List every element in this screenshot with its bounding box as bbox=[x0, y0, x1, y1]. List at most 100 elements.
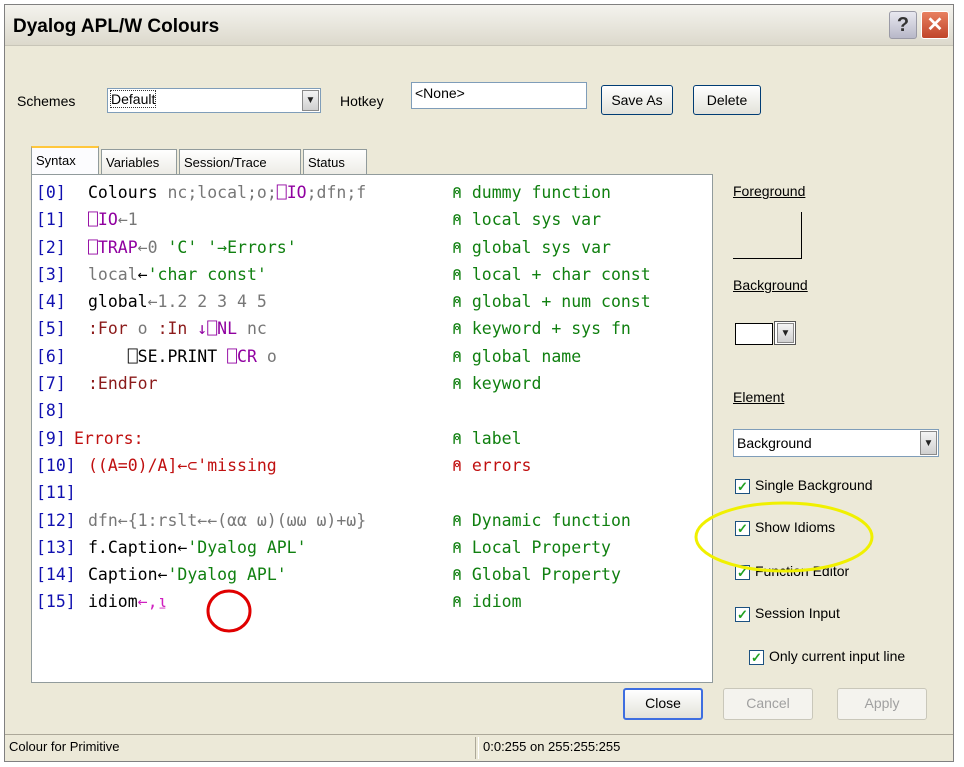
cancel-button[interactable]: Cancel bbox=[723, 688, 813, 720]
tab-variables[interactable]: Variables bbox=[101, 149, 177, 175]
code-token: nc bbox=[237, 319, 267, 339]
tab-syntax[interactable]: Syntax bbox=[31, 146, 99, 176]
chevron-down-icon[interactable]: ▼ bbox=[777, 323, 794, 343]
checkmark-icon[interactable]: ✓ bbox=[735, 607, 750, 622]
code-token: ← bbox=[137, 264, 148, 284]
line-number: [2] bbox=[36, 237, 66, 257]
hotkey-value: <None> bbox=[415, 85, 465, 101]
code-text: Colours nc;local;o;⎕IO;dfn;f bbox=[88, 179, 366, 206]
apply-button[interactable]: Apply bbox=[837, 688, 927, 720]
code-token: Errors: bbox=[74, 428, 144, 448]
code-comment: ⍝ Local Property bbox=[452, 537, 611, 557]
code-token: :For bbox=[88, 319, 128, 339]
code-token: global bbox=[88, 292, 148, 312]
hotkey-label: Hotkey bbox=[340, 93, 384, 109]
line-number: [11] bbox=[36, 483, 76, 503]
line-number: [13] bbox=[36, 537, 76, 557]
code-comment: ⍝ label bbox=[452, 428, 522, 448]
code-comment: ⍝ Global Property bbox=[452, 565, 621, 585]
single-background-label: Single Background bbox=[755, 477, 873, 493]
line-number: [12] bbox=[36, 510, 76, 530]
code-token: dfn←{1:rslt←←(αα ω)(ωω ω)+ω} bbox=[88, 510, 367, 530]
line-number: [10] bbox=[36, 455, 76, 475]
line-number: [5] bbox=[36, 319, 66, 339]
tab-session-trace[interactable]: Session/Trace bbox=[179, 149, 301, 175]
checkmark-icon[interactable]: ✓ bbox=[735, 479, 750, 494]
window-title: Dyalog APL/W Colours bbox=[13, 16, 220, 37]
session-input-label: Session Input bbox=[755, 605, 840, 621]
status-separator bbox=[475, 737, 479, 759]
code-comment: ⍝ Dynamic function bbox=[452, 510, 631, 530]
code-comment: ⍝ dummy function bbox=[452, 183, 611, 202]
checkmark-icon[interactable]: ✓ bbox=[735, 565, 750, 580]
background-color-dropdown[interactable]: ▼ bbox=[774, 321, 796, 345]
line-number: [15] bbox=[36, 592, 76, 612]
checkmark-icon[interactable]: ✓ bbox=[735, 521, 750, 536]
code-comment: ⍝ global + num const bbox=[452, 292, 651, 312]
dialog-window: Dyalog APL/W Colours ? ✕ Schemes Default… bbox=[4, 4, 954, 762]
delete-button[interactable]: Delete bbox=[693, 85, 761, 115]
code-token: :In bbox=[157, 319, 188, 339]
help-button[interactable]: ? bbox=[889, 11, 917, 39]
line-number: [14] bbox=[36, 565, 76, 585]
code-comment: ⍝ local sys var bbox=[452, 210, 602, 230]
code-token: Caption← bbox=[88, 565, 168, 585]
element-value: Background bbox=[737, 435, 812, 451]
code-text: local←'char const' bbox=[88, 261, 267, 288]
hotkey-input[interactable]: <None> bbox=[411, 82, 587, 109]
code-text: Caption←'Dyalog APL' bbox=[88, 561, 287, 588]
code-token: ⎕TRAP bbox=[88, 237, 138, 257]
tab-status[interactable]: Status bbox=[303, 149, 367, 175]
code-token: o bbox=[127, 319, 158, 339]
code-token: ←,⍸ bbox=[137, 592, 168, 612]
status-right: 0:0:255 on 255:255:255 bbox=[483, 739, 621, 754]
code-token: Colours bbox=[88, 183, 168, 202]
code-text: global←1.2 2 3 4 5 bbox=[88, 288, 267, 315]
code-text: dfn←{1:rslt←←(αα ω)(ωω ω)+ω} bbox=[88, 507, 366, 534]
line-number: [9] bbox=[36, 428, 66, 448]
code-token: ⎕IO bbox=[88, 210, 118, 230]
code-token: ⎕CR bbox=[227, 346, 257, 366]
code-comment: ⍝ global sys var bbox=[452, 237, 611, 257]
code-comment: ⍝ errors bbox=[452, 455, 532, 475]
status-bar: Colour for Primitive 0:0:255 on 255:255:… bbox=[5, 734, 953, 761]
code-comment: ⍝ global name bbox=[452, 346, 582, 366]
schemes-label: Schemes bbox=[17, 93, 76, 109]
only-current-input-line-label: Only current input line bbox=[769, 648, 906, 664]
code-token: ⎕SE.PRINT bbox=[88, 346, 228, 366]
code-text: ⎕TRAP←0 'C' '→Errors' bbox=[88, 234, 297, 261]
code-token: 'C' '→Errors' bbox=[167, 237, 297, 257]
foreground-label: Foreground bbox=[733, 183, 806, 199]
code-token: ←1 bbox=[117, 210, 138, 230]
chevron-down-icon[interactable]: ▼ bbox=[302, 90, 319, 111]
schemes-combo[interactable]: Default ▼ bbox=[107, 88, 321, 113]
code-token: ⎕IO bbox=[276, 183, 307, 202]
code-text: f.Caption←'Dyalog APL' bbox=[88, 534, 307, 561]
line-number: [1] bbox=[36, 210, 66, 230]
code-text: :For o :In ↓⎕NL nc bbox=[88, 315, 267, 342]
code-token: ;dfn;f bbox=[306, 183, 367, 202]
code-token: ((A=0)/A]←⊂'missing bbox=[88, 455, 277, 475]
syntax-preview-panel[interactable]: [0] Colours nc;local;o;⎕IO;dfn;f ⍝ dummy f… bbox=[31, 174, 713, 683]
element-combo[interactable]: Background ▼ bbox=[733, 429, 939, 457]
save-as-button[interactable]: Save As bbox=[601, 85, 673, 115]
close-button[interactable]: Close bbox=[623, 688, 703, 720]
foreground-swatch[interactable] bbox=[733, 212, 802, 259]
code-token: idiom bbox=[88, 592, 138, 612]
code-text: ⎕SE.PRINT ⎕CR o bbox=[88, 343, 277, 370]
code-token: local bbox=[88, 264, 138, 284]
close-window-button[interactable]: ✕ bbox=[921, 11, 949, 39]
code-token: 'char const' bbox=[147, 264, 267, 284]
code-token: nc;local;o; bbox=[167, 183, 277, 202]
status-left: Colour for Primitive bbox=[9, 739, 120, 754]
background-label: Background bbox=[733, 277, 808, 293]
code-token: o bbox=[256, 346, 277, 366]
code-token: f.Caption← bbox=[88, 537, 188, 557]
code-token: :EndFor bbox=[88, 374, 158, 394]
line-number: [4] bbox=[36, 292, 66, 312]
checkmark-icon[interactable]: ✓ bbox=[749, 650, 764, 665]
background-swatch[interactable] bbox=[735, 323, 773, 345]
chevron-down-icon[interactable]: ▼ bbox=[920, 431, 937, 455]
code-token: 'Dyalog APL' bbox=[167, 565, 287, 585]
line-number: [0] bbox=[36, 183, 66, 202]
